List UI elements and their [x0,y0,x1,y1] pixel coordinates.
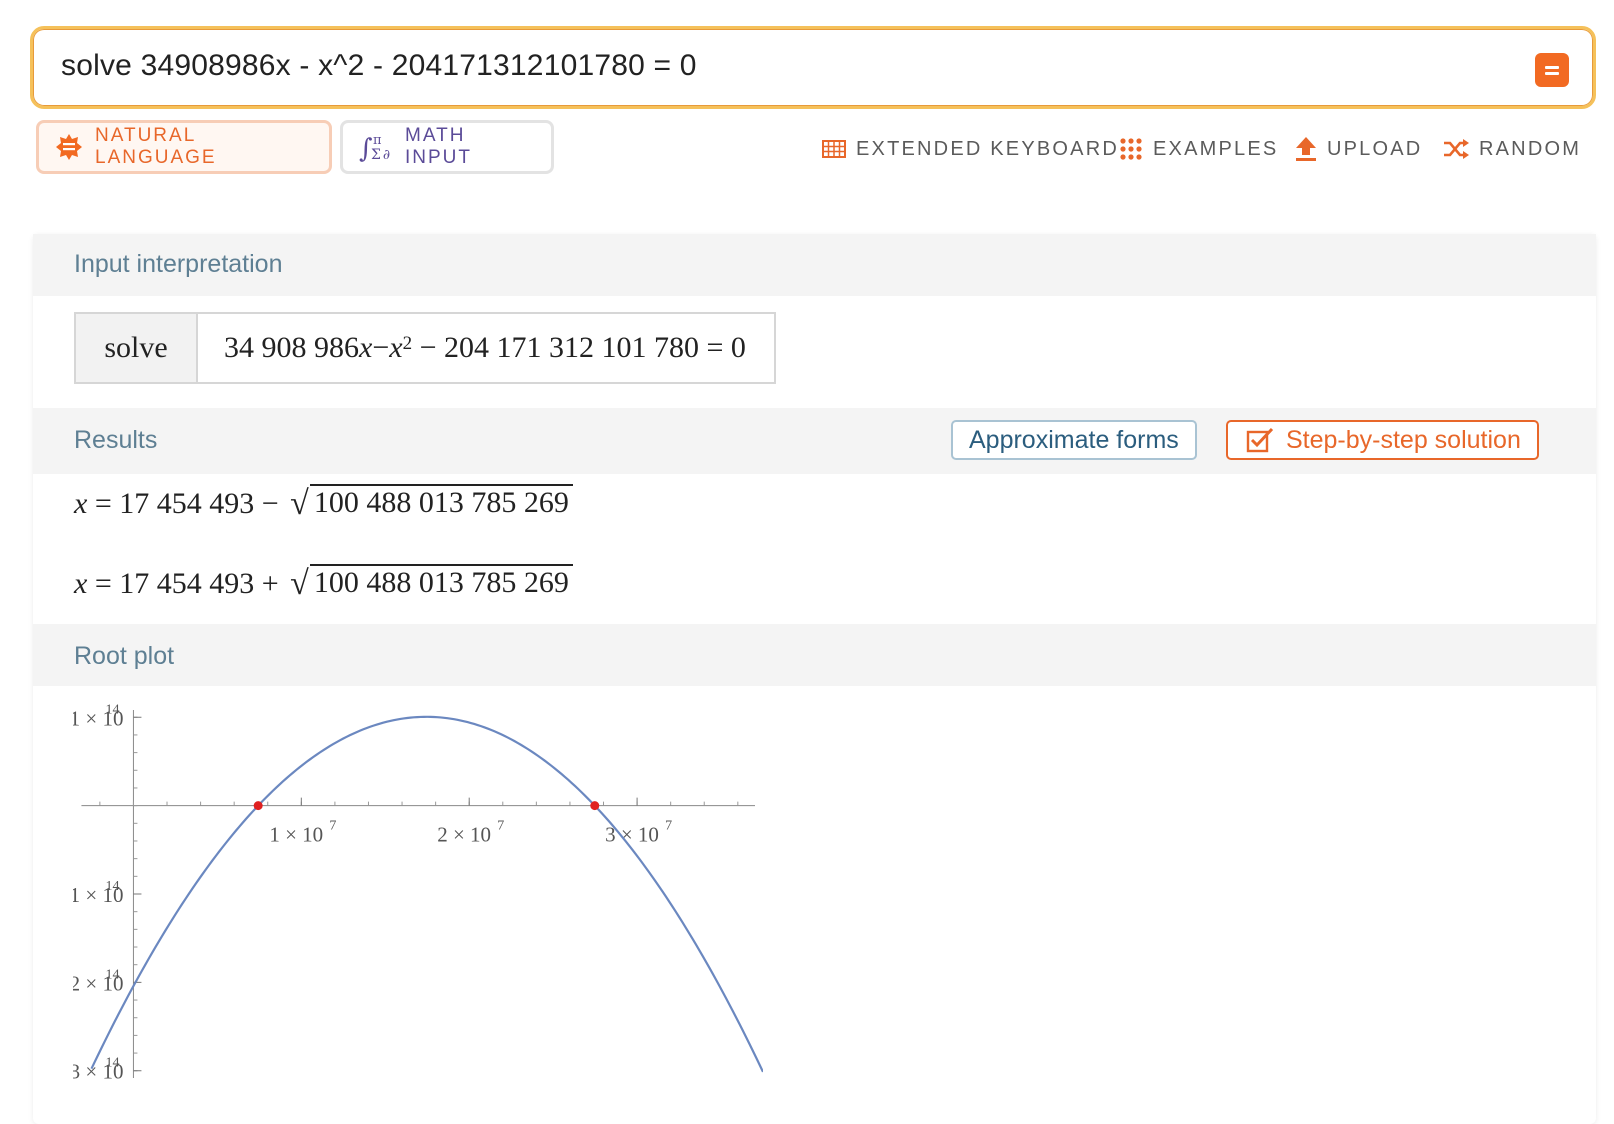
root-plot-pod-body: 1 × 1072 × 1073 × 1071 × 10 14−1 × 10 14… [33,686,1596,1086]
approximate-forms-button[interactable]: Approximate forms [951,420,1197,460]
random-label: RANDOM [1479,137,1582,160]
checkbox-icon [1246,427,1274,453]
root-plot-pod-header: Root plot [33,624,1596,686]
eq-var-2: x [389,331,403,364]
interpretation-pod-body: solve 34 908 986 x − x2 − 204 171 312 10… [33,296,1596,408]
interpretation-equation: 34 908 986 x − x2 − 204 171 312 101 780 … [198,314,774,382]
function-curve [90,715,764,1073]
math-input-button[interactable]: ∫ π Σ∂ MATH INPUT [340,120,554,174]
result-line-1: x = 17 454 493 − √ 100 488 013 785 269 [74,484,573,521]
examples-link[interactable]: EXAMPLES [1119,136,1278,162]
eq-exponent: 2 [402,333,413,354]
radicand: 100 488 013 785 269 [309,564,573,601]
svg-text:Σ∂: Σ∂ [371,147,392,163]
root-plot: 1 × 1072 × 1073 × 1071 × 10 14−1 × 10 14… [58,702,764,1089]
result-line-2: x = 17 454 493 + √ 100 488 013 785 269 [74,564,573,601]
pod-title-root-plot: Root plot [74,642,175,670]
y-tick-exponent: 14 [105,879,119,894]
random-link[interactable]: RANDOM [1443,136,1581,162]
x-tick-label: 2 × 10 [437,823,491,847]
examples-grid-icon [1119,137,1143,161]
shuffle-icon [1443,138,1469,160]
upload-link[interactable]: UPLOAD [1295,136,1422,162]
radicand: 100 488 013 785 269 [309,484,573,521]
svg-text:π: π [373,133,384,148]
eq-coeff: 34 908 986 [224,331,359,364]
math-input-label: MATH INPUT [405,125,472,168]
root-point [590,801,600,811]
pod-title-results: Results [74,426,158,454]
root-plot-svg: 1 × 1072 × 1073 × 1071 × 10 14−1 × 10 14… [58,702,764,1084]
pod-title-interpretation: Input interpretation [74,250,283,278]
keyboard-icon [822,140,846,158]
result-var: x [74,486,88,520]
y-tick-exponent: 14 [105,1056,119,1071]
query-input-bar[interactable]: solve 34908986x - x^2 - 204171312101780 … [30,26,1596,109]
natural-language-button[interactable]: NATURAL LANGUAGE [36,120,332,174]
step-by-step-button[interactable]: Step-by-step solution [1226,420,1539,460]
natural-language-icon [55,133,83,161]
y-tick-exponent: 14 [105,704,119,717]
results-card: Input interpretation solve 34 908 986 x … [33,234,1596,1124]
natural-language-label: NATURAL LANGUAGE [95,125,217,168]
result-var: x [74,566,88,600]
x-tick-exponent: 7 [329,819,336,834]
sqrt-expression: √ 100 488 013 785 269 [290,564,573,601]
eq-rest: − 204 171 312 101 780 = 0 [412,331,746,364]
equals-icon [1545,66,1559,69]
result-lhs: = 17 454 493 − [87,486,287,520]
sqrt-expression: √ 100 488 013 785 269 [290,484,573,521]
compute-button[interactable] [1535,53,1569,87]
interpretation-pod-header: Input interpretation [33,234,1596,296]
step-by-step-label: Step-by-step solution [1286,425,1521,454]
eq-minus: − [372,331,390,364]
extended-keyboard-link[interactable]: EXTENDED KEYBOARD [822,136,1119,162]
interpretation-solve-cell: solve [76,314,198,382]
x-tick-exponent: 7 [497,819,504,834]
root-point [253,801,263,811]
examples-label: EXAMPLES [1153,137,1279,160]
results-pod-body: x = 17 454 493 − √ 100 488 013 785 269 x … [33,474,1596,624]
x-tick-exponent: 7 [665,819,672,834]
upload-icon [1295,136,1317,162]
y-tick-exponent: 14 [105,967,119,982]
eq-var-1: x [359,331,373,364]
results-pod-header: Results Approximate forms Step-by-step s… [33,408,1596,474]
upload-label: UPLOAD [1327,137,1423,160]
interpretation-table: solve 34 908 986 x − x2 − 204 171 312 10… [74,312,776,384]
x-tick-label: 1 × 10 [269,823,323,847]
math-input-icon: ∫ π Σ∂ [359,131,393,163]
extended-keyboard-label: EXTENDED KEYBOARD [856,137,1120,160]
result-lhs: = 17 454 493 + [87,566,287,600]
query-input[interactable]: solve 34908986x - x^2 - 204171312101780 … [61,49,697,83]
